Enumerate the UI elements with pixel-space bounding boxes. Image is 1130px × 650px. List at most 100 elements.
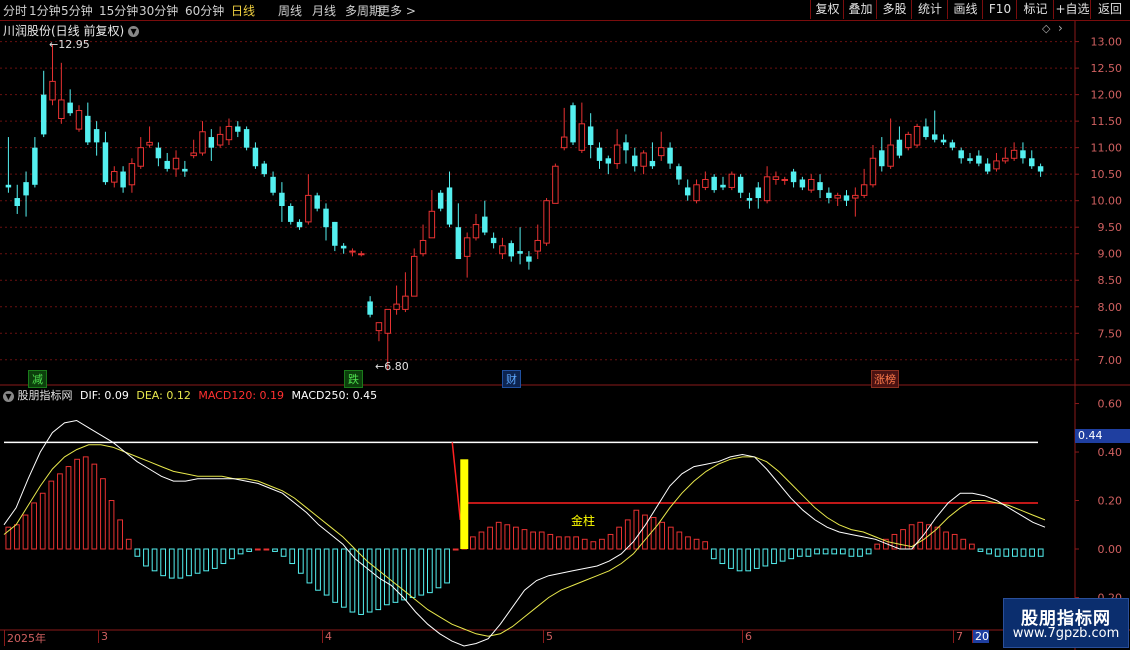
candle-body (216, 133, 224, 146)
x-axis-label-2: 4 (322, 630, 332, 643)
tool-button-6[interactable]: 标记 (1016, 0, 1054, 19)
candle-body (913, 125, 921, 146)
candle-body (128, 163, 136, 186)
low-label: ←6.80 (375, 360, 409, 373)
candle-body (490, 237, 497, 244)
candle-body (1002, 157, 1009, 162)
candle-body (728, 173, 736, 188)
candle-body (384, 308, 391, 334)
watermark-logo: 股朋指标网 www.7gpzb.com (1003, 598, 1129, 648)
tool-button-3[interactable]: 统计 (911, 0, 948, 19)
stock-title: 川润股份(日线 前复权) ▼ (3, 22, 140, 39)
candle-body (482, 216, 488, 233)
candle-body (684, 187, 691, 196)
candle-body (137, 147, 144, 167)
candle-body (32, 147, 38, 185)
tool-button-4[interactable]: 画线 (947, 0, 983, 19)
chevron-icon[interactable]: › (1058, 21, 1063, 35)
timeframe-tab-0[interactable]: 分时 (3, 2, 27, 19)
golden-pillar (460, 459, 469, 549)
candle-body (949, 142, 956, 148)
candle-body (40, 94, 47, 135)
macd-y-tick: 0.00 (1098, 543, 1123, 556)
macd-y-tick: 0.60 (1098, 398, 1123, 411)
candle-body (93, 129, 100, 143)
candle-body (199, 131, 206, 154)
low-label-text: 6.80 (384, 360, 409, 373)
level-tag: 0.44 (1075, 429, 1130, 443)
candle-body (67, 102, 73, 114)
event-tag-zhangbang[interactable]: 涨榜 (871, 370, 899, 388)
candle-body (58, 99, 65, 119)
candle-body (164, 160, 170, 169)
candle-body (5, 184, 12, 188)
candle-body (869, 157, 877, 186)
stock-title-text: 川润股份(日线 前复权) (3, 24, 125, 38)
price-y-tick: 12.00 (1091, 89, 1123, 102)
candle-body (879, 150, 885, 167)
candle-body (976, 155, 982, 164)
candle-body (49, 80, 56, 101)
indicator-dropdown-icon[interactable]: ▼ (3, 390, 14, 402)
timeframe-tab-3[interactable]: 15分钟 (99, 2, 138, 19)
candle-body (560, 136, 568, 149)
price-y-tick: 12.50 (1091, 62, 1123, 75)
candle-body (790, 171, 797, 183)
timeframe-tab-1[interactable]: 1分钟 (29, 2, 61, 19)
candle-body (261, 163, 267, 175)
x-axis-label-5: 7 (953, 630, 963, 643)
tool-button-8[interactable]: 返回 (1090, 0, 1129, 19)
candle-body (155, 147, 162, 159)
timeframe-tab-5[interactable]: 60分钟 (185, 2, 224, 19)
timeframe-tab-8[interactable]: 月线 (312, 2, 336, 19)
timeframe-tab-9[interactable]: 多周期 (345, 2, 381, 19)
candle-body (314, 195, 320, 209)
indicator-header: ▼ 股朋指标网 DIF: 0.09 DEA: 0.12 MACD120: 0.1… (3, 387, 377, 403)
candle-body (570, 105, 576, 143)
price-y-tick: 8.00 (1098, 301, 1123, 314)
candle-body (720, 184, 726, 188)
candle-body (578, 123, 586, 151)
price-y-tick: 7.00 (1098, 354, 1123, 367)
candle-body (14, 198, 20, 206)
timeframe-tab-4[interactable]: 30分钟 (139, 2, 178, 19)
candle-body (332, 221, 338, 246)
candle-body (323, 208, 329, 228)
price-y-tick: 9.50 (1098, 221, 1123, 234)
tool-button-5[interactable]: F10 (982, 0, 1017, 19)
tool-button-2[interactable]: 多股 (876, 0, 912, 19)
candle-body (279, 192, 285, 206)
timeframe-tab-10[interactable]: 更多 > (378, 2, 416, 19)
macd-bar (254, 548, 261, 551)
timeframe-tab-6[interactable]: 日线 (231, 2, 255, 19)
candle-body (437, 192, 444, 209)
candle-body (402, 295, 409, 310)
event-tag-die[interactable]: 跌 (344, 370, 363, 388)
candle-body (472, 224, 480, 239)
candle-body (85, 115, 91, 143)
candle-body (517, 251, 523, 254)
diamond-icon[interactable]: ◇ (1042, 22, 1050, 35)
candle-body (640, 152, 647, 167)
candle-body (552, 165, 559, 204)
candle-body (843, 195, 850, 201)
candle-body (146, 141, 153, 146)
tool-button-0[interactable]: 复权 (810, 0, 844, 19)
event-tag-cai[interactable]: 财 (502, 370, 521, 388)
candle-body (632, 155, 638, 167)
tool-button-7[interactable]: +自选 (1053, 0, 1091, 19)
candle-body (958, 150, 964, 159)
macd-bar (452, 548, 459, 551)
timeframe-tab-7[interactable]: 周线 (278, 2, 302, 19)
candle-body (23, 182, 29, 196)
title-dropdown-icon[interactable]: ▼ (128, 26, 140, 37)
candle-body (649, 160, 656, 167)
candle-body (623, 142, 629, 151)
tool-button-1[interactable]: 叠加 (843, 0, 877, 19)
candle-body (1037, 166, 1044, 172)
candle-body (834, 194, 841, 199)
timeframe-tab-2[interactable]: 5分钟 (61, 2, 93, 19)
event-tag-jian[interactable]: 减 (28, 370, 47, 388)
candle-body (393, 303, 400, 310)
price-y-tick: 8.50 (1098, 274, 1123, 287)
